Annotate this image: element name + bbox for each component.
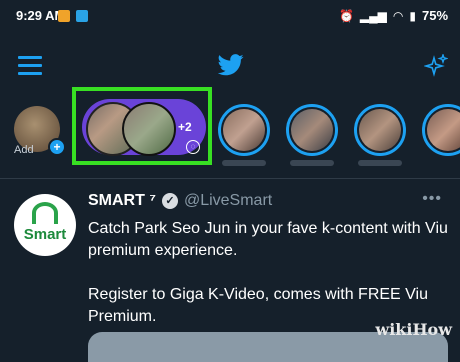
verified-badge-icon: ✓: [161, 193, 178, 209]
tweet-display-name[interactable]: SMART ⁷: [88, 192, 156, 210]
fleet-avatar[interactable]: [286, 104, 338, 156]
add-label: Add: [14, 144, 34, 156]
highlight-box: [72, 87, 212, 165]
smart-logo-icon: [32, 202, 58, 224]
twitter-bird-icon[interactable]: [218, 54, 244, 76]
wifi-icon: ◠: [392, 8, 404, 23]
status-right: ⏰ ▂▄▆ ◠ ▮ 75%: [339, 8, 448, 23]
tweet-paragraph: Catch Park Seo Jun in your fave k-conten…: [88, 220, 448, 259]
fleet-avatar[interactable]: [354, 104, 406, 156]
notification-app-icon: [58, 10, 70, 22]
fleet-name-blurred: [222, 160, 266, 166]
tweet-avatar[interactable]: Smart: [14, 194, 76, 256]
avatar-logo-text: Smart: [23, 226, 67, 243]
tweet-header: SMART ⁷ ✓ @LiveSmart: [88, 192, 272, 210]
fleet-avatar[interactable]: [422, 104, 460, 156]
fleet-name-blurred: [290, 160, 334, 166]
hamburger-menu-icon[interactable]: [18, 56, 42, 75]
top-tweets-sparkle-icon[interactable]: [424, 54, 448, 78]
alarm-icon: ⏰: [338, 8, 354, 23]
signal-icon: ▂▄▆: [359, 8, 387, 23]
fleet-name-blurred: [358, 160, 402, 166]
plus-icon: +: [48, 138, 66, 156]
more-options-icon[interactable]: •••: [422, 190, 442, 208]
telegram-notification-icon: [76, 10, 88, 22]
battery-percent: 75%: [421, 8, 448, 23]
battery-icon: ▮: [409, 8, 416, 23]
fleet-avatar[interactable]: [218, 104, 270, 156]
top-bar: [0, 44, 460, 90]
status-bar: 9:29 AM ⏰ ▂▄▆ ◠ ▮ 75%: [0, 0, 460, 32]
tweet-handle[interactable]: @LiveSmart: [184, 192, 272, 210]
watermark: wikiHow: [375, 320, 452, 339]
fleets-row: + Add +2 ◌: [0, 87, 460, 179]
